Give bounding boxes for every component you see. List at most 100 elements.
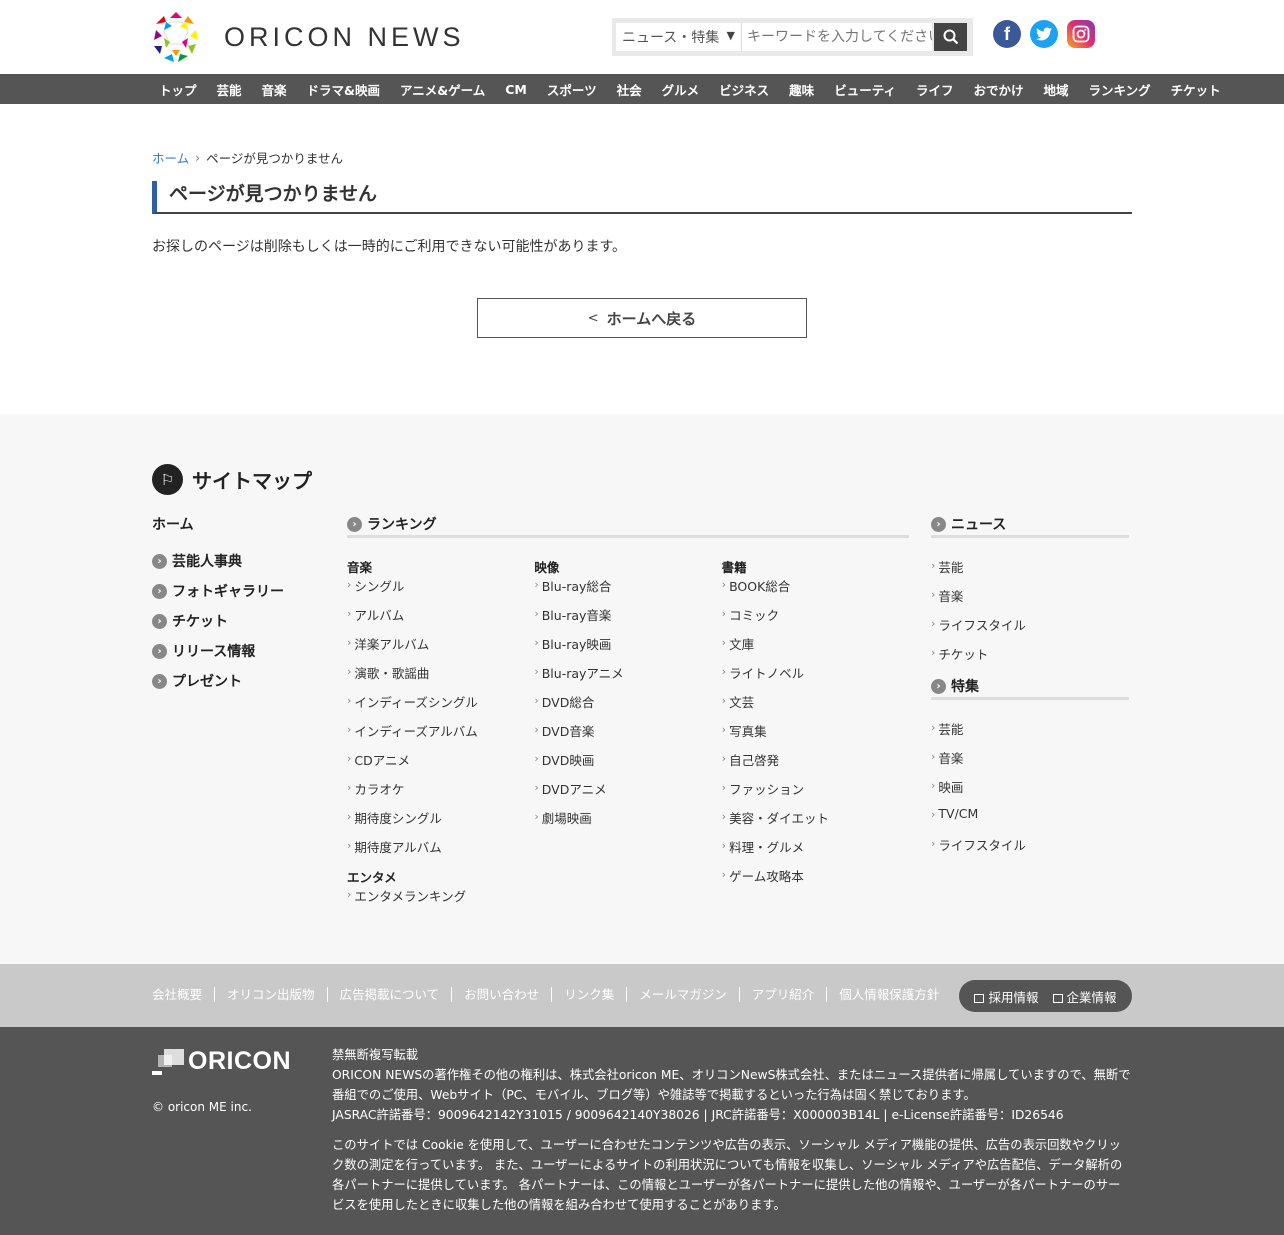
search-input[interactable]	[742, 23, 932, 51]
sitemap-link[interactable]: › ファッション	[722, 779, 909, 808]
sitemap-link[interactable]: › TV/CM	[931, 806, 1129, 835]
sitemap-left-item[interactable]: › フォトギャラリー	[152, 576, 284, 606]
sitemap-link[interactable]: › カラオケ	[347, 779, 534, 808]
sitemap-link[interactable]: › Blu-ray総合	[534, 576, 721, 605]
nav-item[interactable]: 音楽	[255, 80, 287, 99]
sitemap-link[interactable]: › 芸能	[931, 719, 1129, 748]
company-info-link[interactable]: 企業情報	[1052, 987, 1117, 1006]
search-category-select[interactable]: ニュース・特集 ▼	[616, 23, 742, 51]
sitemap-link[interactable]: › ライフスタイル	[931, 615, 1129, 644]
chevron-right-icon: ›	[931, 559, 936, 572]
nav-item[interactable]: トップ	[152, 80, 197, 99]
sitemap-left-item[interactable]: › チケット	[152, 606, 284, 636]
sitemap-link[interactable]: › 文芸	[722, 692, 909, 721]
sitemap-link[interactable]: › 料理・グルメ	[722, 837, 909, 866]
nav-item[interactable]: おでかけ	[966, 80, 1023, 99]
nav-item[interactable]: アニメ&ゲーム	[393, 80, 485, 99]
chevron-right-icon: ›	[931, 617, 936, 630]
sitemap-link[interactable]: › 音楽	[931, 748, 1129, 777]
sitemap-link[interactable]: › 美容・ダイエット	[722, 808, 909, 837]
sitemap-link[interactable]: › DVD音楽	[534, 721, 721, 750]
sitemap-link[interactable]: › シングル	[347, 576, 534, 605]
sitemap-link[interactable]: › インディーズシングル	[347, 692, 534, 721]
sitemap-link[interactable]: › エンタメランキング	[347, 886, 534, 915]
ranking-heading: › ランキング	[347, 513, 909, 538]
facebook-icon[interactable]: f	[993, 20, 1021, 48]
recruit-link[interactable]: 採用情報	[974, 987, 1039, 1006]
special-heading: › 特集	[931, 675, 1129, 700]
ranking-music-column: 音楽 › シングル › アルバム › 洋楽アルバム › 演歌・歌謡曲 › インディーズシングル › イ…	[347, 557, 534, 915]
legal-text: 禁無断複写転載 ORICON NEWSの著作権その他の権利は、株式会社orico…	[332, 1045, 1132, 1215]
search-button[interactable]	[934, 23, 967, 51]
sitemap-link[interactable]: › 劇場映画	[534, 808, 721, 837]
twitter-icon[interactable]	[1030, 20, 1058, 48]
sitemap-link[interactable]: › Blu-rayアニメ	[534, 663, 721, 692]
chevron-right-icon: ›	[721, 636, 727, 649]
footer-link[interactable]: リンク集	[551, 987, 626, 1002]
footer-link[interactable]: 個人情報保護方針	[826, 987, 951, 1002]
sitemap-link-label: 美容・ダイエット	[729, 811, 829, 826]
oricon-footer-logo[interactable]: ORICON	[152, 1047, 291, 1076]
sitemap-link[interactable]: › CDアニメ	[347, 750, 534, 779]
nav-item[interactable]: 趣味	[782, 80, 814, 99]
ranking-books-head: 書籍	[721, 560, 747, 575]
breadcrumb-home-link[interactable]: ホーム	[152, 148, 189, 167]
sitemap-link[interactable]: › 映画	[931, 777, 1129, 806]
sitemap-link[interactable]: › 洋楽アルバム	[347, 634, 534, 663]
sitemap-link[interactable]: › BOOK総合	[722, 576, 909, 605]
nav-item[interactable]: ビューティ	[827, 80, 896, 99]
sitemap-link[interactable]: › 演歌・歌謡曲	[347, 663, 534, 692]
sitemap-left-item[interactable]: › リリース情報	[152, 636, 284, 666]
nav-item[interactable]: ライフ	[909, 80, 954, 99]
nav-item[interactable]: 地域	[1036, 80, 1068, 99]
sitemap-link[interactable]: › DVD総合	[534, 692, 721, 721]
sitemap-left-item[interactable]: › プレゼント	[152, 666, 284, 696]
ranking-heading-text: ランキング	[367, 517, 437, 533]
sitemap-link[interactable]: › DVD映画	[534, 750, 721, 779]
nav-item[interactable]: ランキング	[1082, 80, 1151, 99]
sitemap-link[interactable]: › 自己啓発	[722, 750, 909, 779]
footer-link[interactable]: オリコン出版物	[214, 987, 327, 1002]
sitemap-link[interactable]: › チケット	[931, 644, 1129, 673]
chevron-right-icon: ›	[931, 808, 936, 821]
nav-item[interactable]: CM	[498, 82, 527, 97]
sitemap-link[interactable]: › 期待度アルバム	[347, 837, 534, 866]
instagram-icon[interactable]	[1067, 20, 1095, 48]
footer-link[interactable]: 広告掲載について	[326, 987, 452, 1002]
sitemap-link[interactable]: › Blu-ray音楽	[534, 605, 721, 634]
sitemap-link[interactable]: › Blu-ray映画	[534, 634, 721, 663]
sitemap-link-label: インディーズシングル	[354, 695, 478, 710]
nav-item[interactable]: ドラマ&映画	[300, 80, 380, 99]
sitemap-link[interactable]: › DVDアニメ	[534, 779, 721, 808]
sitemap-link[interactable]: › インディーズアルバム	[347, 721, 534, 750]
sitemap-link[interactable]: › アルバム	[347, 605, 534, 634]
sitemap-link[interactable]: › 期待度シングル	[347, 808, 534, 837]
sitemap-link[interactable]: › 写真集	[722, 721, 909, 750]
footer-link[interactable]: メールマガジン	[626, 987, 739, 1002]
nav-item[interactable]: チケット	[1164, 80, 1221, 99]
sitemap-link-label: 料理・グルメ	[729, 840, 805, 855]
sitemap-link[interactable]: › 芸能	[931, 557, 1129, 586]
nav-item[interactable]: グルメ	[655, 80, 700, 99]
sitemap-link[interactable]: › 文庫	[722, 634, 909, 663]
footer-link[interactable]: アプリ紹介	[738, 987, 827, 1002]
sitemap-left-item-label: フォトギャラリー	[172, 584, 284, 600]
chevron-left-icon: <	[587, 310, 599, 326]
nav-item[interactable]: ビジネス	[712, 80, 769, 99]
footer-link[interactable]: お問い合わせ	[451, 987, 551, 1002]
oricon-news-logo[interactable]: ORICON NEWS	[152, 10, 465, 64]
sitemap-link[interactable]: › ゲーム攻略本	[722, 866, 909, 895]
sitemap-link[interactable]: › 音楽	[931, 586, 1129, 615]
nav-item[interactable]: 社会	[610, 80, 642, 99]
footer-link[interactable]: 会社概要	[152, 987, 214, 1002]
oricon-mark-icon	[152, 1048, 184, 1075]
sitemap-link-label: DVD映画	[541, 753, 595, 768]
sitemap-home-link[interactable]: ホーム	[152, 514, 284, 534]
sitemap-link[interactable]: › ライトノベル	[722, 663, 909, 692]
sitemap-left-item[interactable]: › 芸能人事典	[152, 546, 284, 576]
nav-item[interactable]: 芸能	[210, 80, 242, 99]
back-to-home-button[interactable]: < ホームへ戻る	[477, 298, 807, 338]
sitemap-link[interactable]: › ライフスタイル	[931, 835, 1129, 864]
sitemap-link[interactable]: › コミック	[722, 605, 909, 634]
nav-item[interactable]: スポーツ	[540, 80, 597, 99]
